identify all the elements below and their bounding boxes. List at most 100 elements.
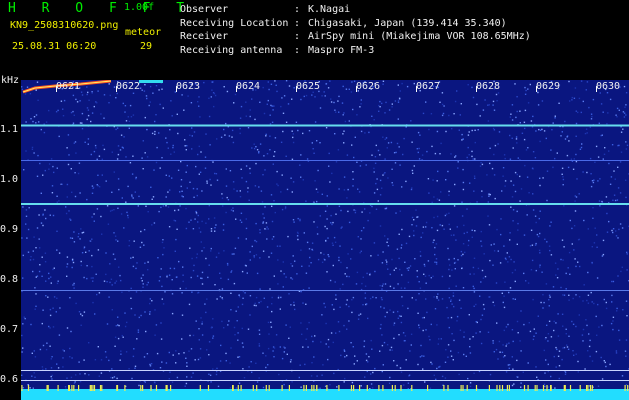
- y-tick-label: 1.1: [0, 124, 19, 135]
- info-row-location: Receiving Location: Chigasaki, Japan (139…: [180, 17, 507, 29]
- baseline-spike: [508, 385, 510, 391]
- baseline-spike: [579, 385, 581, 391]
- info-key: Receiver: [180, 31, 229, 43]
- baseline-spike: [427, 385, 429, 391]
- baseline-spike: [589, 385, 592, 391]
- baseline-spike: [303, 385, 305, 391]
- baseline-spike: [71, 385, 73, 391]
- baseline-spike: [57, 385, 59, 391]
- baseline-spike: [591, 385, 593, 391]
- baseline-spike: [496, 385, 498, 391]
- y-tick-label: 0.7: [0, 324, 19, 335]
- y-axis: 1.1 1.0 0.9 0.8 0.7 0.6: [0, 80, 21, 400]
- baseline-spike: [268, 385, 270, 391]
- x-tick-label: 0623: [176, 81, 201, 92]
- baseline-spike: [378, 385, 380, 391]
- baseline-spike: [627, 385, 629, 391]
- info-row-antenna: Receiving antenna: Maspro FM-3: [180, 45, 375, 57]
- baseline-spike: [382, 385, 384, 391]
- info-row-observer: Observer: K.Nagai: [180, 4, 351, 15]
- baseline-spike: [624, 385, 626, 391]
- baseline-spike: [394, 385, 396, 391]
- baseline-spike: [466, 385, 468, 391]
- carrier-line: [21, 124, 629, 127]
- baseline-spike: [475, 385, 478, 391]
- y-tick-label: 0.8: [0, 274, 19, 285]
- baseline-spike: [569, 385, 572, 391]
- baseline-spike: [587, 385, 589, 391]
- baseline-spike: [488, 385, 490, 391]
- info-block: Observer: K.Nagai Receiving Location: Chig…: [180, 3, 531, 58]
- baseline-spike: [534, 385, 536, 391]
- baseline-spike: [240, 385, 242, 391]
- carrier-line: [21, 370, 629, 371]
- baseline-spike: [68, 385, 70, 391]
- baseline-spike: [281, 385, 283, 391]
- baseline-spike: [391, 385, 393, 391]
- baseline-spike: [506, 385, 508, 391]
- baseline-spike: [265, 385, 267, 391]
- baseline-spike: [411, 385, 413, 391]
- baseline-spike: [21, 385, 23, 391]
- info-value: Maspro FM-3: [308, 45, 375, 57]
- baseline-spike: [207, 385, 210, 391]
- baseline-spike: [586, 385, 588, 391]
- baseline-spike: [89, 385, 91, 391]
- baseline-spike: [140, 385, 142, 391]
- baseline-spike: [527, 385, 529, 391]
- baseline-spike: [316, 385, 318, 391]
- baseline-spike: [462, 385, 464, 391]
- info-value: Chigasaki, Japan (139.414 35.340): [308, 17, 507, 29]
- baseline-spike: [338, 385, 340, 391]
- noise-layer: [21, 80, 629, 400]
- info-row-receiver: Receiver: AirSpy mini (Miakejima VOR 108.…: [180, 31, 531, 43]
- baseline-spike: [460, 385, 462, 391]
- baseline-spike: [256, 385, 258, 391]
- baseline-spike: [47, 385, 49, 391]
- x-tick-label: 0624: [236, 81, 261, 92]
- app-title: H R O F F T: [8, 1, 194, 16]
- x-tick-label: 0626: [356, 81, 381, 92]
- x-tick-label: 0627: [416, 81, 441, 92]
- carrier-line: [21, 203, 629, 205]
- baseline-spike: [92, 385, 94, 391]
- info-key: Receiving Location: [180, 17, 289, 29]
- baseline-spike: [350, 385, 353, 391]
- info-key: Receiving antenna: [180, 45, 283, 57]
- baseline-spike: [311, 385, 313, 391]
- meteor-count: 29: [140, 41, 153, 52]
- baseline-spike: [305, 385, 307, 391]
- y-tick-label: 0.6: [0, 374, 19, 385]
- baseline-spike: [366, 385, 368, 391]
- baseline-spike: [199, 385, 201, 391]
- baseline-spike: [288, 385, 290, 391]
- baseline-spike: [326, 385, 328, 391]
- header-panel: H R O F F T 1.00f KN9_2508310620.png met…: [0, 0, 629, 80]
- info-key: Observer: [180, 4, 229, 15]
- baseline-spike: [150, 385, 152, 391]
- baseline-spike: [359, 385, 361, 391]
- baseline-spike: [46, 385, 48, 391]
- baseline-spike: [546, 385, 548, 391]
- x-tick-label: 0629: [536, 81, 561, 92]
- baseline-spike: [353, 385, 355, 391]
- baseline-spike: [142, 385, 144, 391]
- x-tick-label: 0630: [596, 81, 621, 92]
- baseline-spike: [501, 385, 504, 391]
- carrier-line: [21, 160, 629, 161]
- meteor-echo-faint: [139, 80, 163, 83]
- file-name: KN9_2508310620.png: [10, 20, 119, 31]
- baseline-spike: [170, 385, 172, 391]
- info-value: AirSpy mini (Miakejima VOR 108.65MHz): [308, 31, 531, 43]
- meteor-label: meteor: [125, 27, 162, 38]
- baseline-spike: [232, 385, 234, 391]
- y-tick-label: 1.0: [0, 174, 19, 185]
- datetime: 25.08.31 06:20: [12, 41, 97, 52]
- x-tick-label: 0628: [476, 81, 501, 92]
- baseline-spike: [536, 385, 538, 391]
- baseline-spike: [99, 385, 102, 391]
- baseline-spike: [124, 385, 126, 391]
- x-tick-label: 0621: [56, 81, 81, 92]
- baseline-band: [21, 389, 629, 400]
- baseline-spike: [313, 385, 315, 391]
